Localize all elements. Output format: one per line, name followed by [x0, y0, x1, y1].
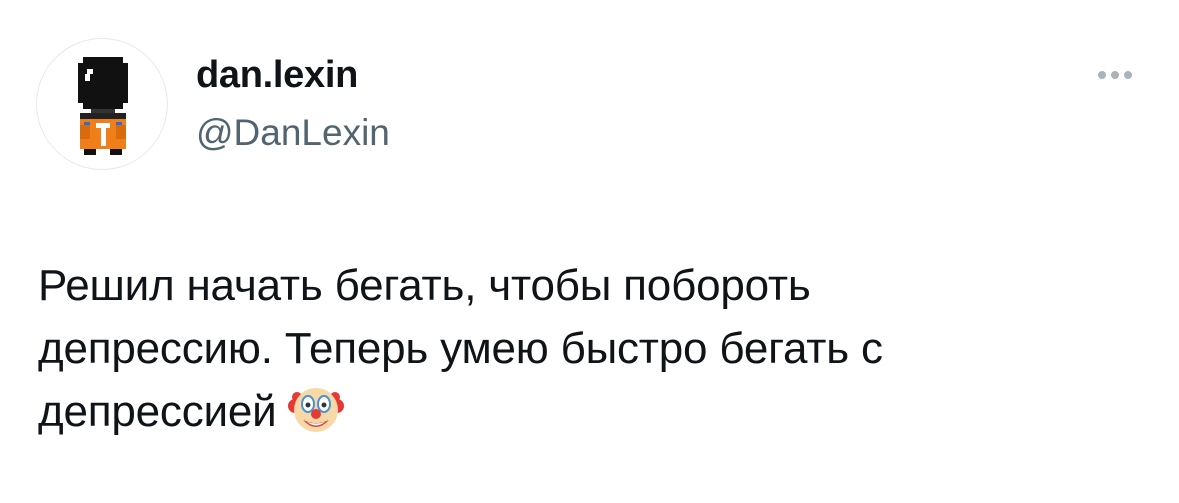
tweet-text-line-last: депрессией — [38, 380, 1148, 443]
tweet-card: dan.lexin @DanLexin Решил начать бегать,… — [0, 0, 1179, 503]
more-options-button[interactable] — [1092, 64, 1138, 86]
tweet-text: Решил начать бегать, чтобы побороть депр… — [38, 254, 1148, 443]
tweet-text-line: Решил начать бегать, чтобы побороть — [38, 261, 811, 310]
pixel-astronaut-avatar-icon — [78, 57, 128, 155]
more-horizontal-icon — [1124, 71, 1132, 79]
avatar[interactable] — [36, 38, 168, 170]
tweet-text-line-content: депрессией — [38, 387, 277, 436]
display-name[interactable]: dan.lexin — [196, 52, 358, 98]
more-horizontal-icon — [1098, 71, 1106, 79]
tweet-text-line: депрессию. Теперь умею быстро бегать с — [38, 324, 883, 373]
more-horizontal-icon — [1111, 71, 1119, 79]
user-handle[interactable]: @DanLexin — [196, 110, 390, 156]
clown-face-emoji-icon — [287, 380, 345, 438]
